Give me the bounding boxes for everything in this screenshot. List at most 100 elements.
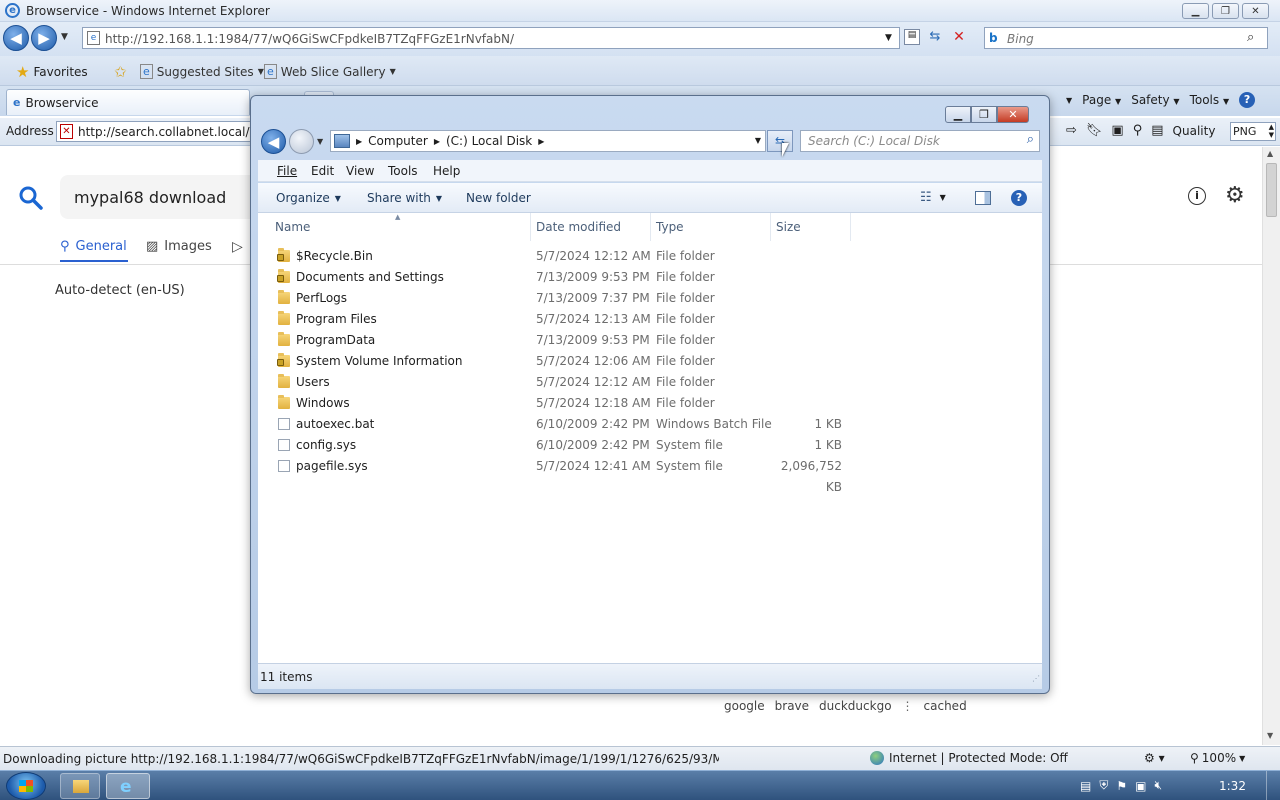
file-row[interactable]: PerfLogs 7/13/2009 7:37 PM File folder	[258, 288, 858, 309]
breadcrumb-computer[interactable]: Computer	[368, 134, 428, 148]
column-header-date[interactable]: Date modified	[532, 213, 651, 241]
menu-file[interactable]: File	[277, 164, 311, 178]
document-tray-icon[interactable]: ▤	[1080, 779, 1091, 793]
explorer-history-dropdown-icon[interactable]: ▼	[317, 137, 323, 146]
security-zone[interactable]: Internet | Protected Mode: Off	[870, 751, 1068, 765]
zoom-control[interactable]: ⚲ 100% ▼	[1190, 751, 1245, 765]
home-dropdown-icon[interactable]: ▼	[1066, 96, 1072, 105]
security-shield-icon[interactable]: ⛨	[1099, 778, 1108, 793]
explorer-maximize-button[interactable]: ❐	[971, 106, 997, 123]
page-menu[interactable]: Page ▼	[1082, 93, 1121, 107]
resize-grip-icon[interactable]: ⋰	[1032, 674, 1040, 683]
file-row[interactable]: config.sys 6/10/2009 2:42 PM System file 1 …	[258, 435, 858, 456]
find-icon[interactable]: ⚲	[1133, 123, 1143, 138]
file-row[interactable]: Windows 5/7/2024 12:18 AM File folder	[258, 393, 858, 414]
settings-gear-icon[interactable]: ⚙	[1225, 183, 1245, 208]
column-header-size[interactable]: Size	[772, 213, 851, 241]
tools-menu[interactable]: Tools ▼	[1190, 93, 1230, 107]
safety-menu[interactable]: Safety ▼	[1131, 93, 1179, 107]
search-query-text[interactable]: mypal68 download	[74, 188, 226, 207]
search-icon[interactable]: ⌕	[1027, 132, 1034, 147]
suggested-sites-button[interactable]: e Suggested Sites ▼	[140, 64, 264, 79]
favorites-button[interactable]: ★ Favorites	[16, 63, 88, 81]
spinner-icon[interactable]: ▲ ▼	[1269, 123, 1274, 139]
ie-minimize-button[interactable]: ▁	[1182, 3, 1209, 19]
search-icon[interactable]	[18, 185, 44, 211]
explorer-forward-button[interactable]	[289, 129, 314, 154]
file-row[interactable]: autoexec.bat 6/10/2009 2:42 PM Windows Bat…	[258, 414, 858, 435]
explorer-close-button[interactable]: ✕	[997, 106, 1029, 123]
stop-icon[interactable]: ✕	[950, 29, 968, 45]
explorer-search-box[interactable]: Search (C:) Local Disk ⌕	[800, 130, 1040, 152]
file-row[interactable]: System Volume Information 5/7/2024 12:06 …	[258, 351, 858, 372]
breadcrumb-dropdown-icon[interactable]: ▼	[755, 136, 761, 145]
tab-images[interactable]: ▨ Images	[146, 239, 212, 254]
go-arrow-icon[interactable]: ⇨	[1066, 123, 1077, 138]
save-icon[interactable]: ▣	[1111, 123, 1123, 138]
address-input-text[interactable]: http://search.collabnet.local/se	[78, 125, 251, 139]
network-icon[interactable]: ▣	[1135, 779, 1146, 793]
menu-view[interactable]: View	[346, 164, 388, 178]
menu-help[interactable]: Help	[433, 164, 460, 178]
search-query-input[interactable]: mypal68 download	[60, 175, 260, 219]
explorer-back-button[interactable]: ◀	[261, 129, 286, 154]
tab-videos-icon[interactable]: ▷	[232, 239, 243, 255]
share-with-button[interactable]: Share with ▼	[367, 191, 442, 205]
page-scrollbar[interactable]: ▲ ▼	[1262, 147, 1280, 745]
add-favorites-icon[interactable]: ✩	[114, 63, 127, 81]
engine-link-brave[interactable]: brave	[775, 699, 809, 713]
menu-tools[interactable]: Tools	[388, 164, 433, 178]
column-header-type[interactable]: Type	[652, 213, 771, 241]
file-row[interactable]: $Recycle.Bin 5/7/2024 12:12 AM File folder	[258, 246, 858, 267]
region-selector[interactable]: Auto-detect (en-US)	[55, 283, 185, 298]
file-row[interactable]: Program Files 5/7/2024 12:13 AM File folde…	[258, 309, 858, 330]
address-dropdown-icon[interactable]: ▼	[885, 33, 892, 43]
menu-edit[interactable]: Edit	[311, 164, 346, 178]
file-row[interactable]: Users 5/7/2024 12:12 AM File folder	[258, 372, 858, 393]
help-icon[interactable]: ?	[1011, 190, 1027, 206]
ie-address-bar[interactable]: e http://192.168.1.1:1984/77/wQ6GiSwCFpd…	[82, 27, 900, 49]
engine-link-cached[interactable]: cached	[924, 699, 967, 713]
column-header-name[interactable]: Name	[271, 213, 531, 241]
preview-pane-icon[interactable]	[975, 191, 991, 205]
ie-maximize-button[interactable]: ❐	[1212, 3, 1239, 19]
scroll-down-icon[interactable]: ▼	[1267, 731, 1273, 740]
engine-link-duckduckgo[interactable]: duckduckgo	[819, 699, 892, 713]
file-row[interactable]: Documents and Settings 7/13/2009 9:53 PM F…	[258, 267, 858, 288]
clipboard-icon[interactable]: ▤	[1151, 123, 1163, 138]
help-icon[interactable]: ?	[1239, 92, 1256, 108]
quality-select[interactable]: PNG ▲ ▼	[1230, 122, 1276, 141]
explorer-refresh-button[interactable]: ⇆	[767, 130, 793, 152]
explorer-minimize-button[interactable]: ▁	[945, 106, 971, 123]
browser-tab[interactable]: e Browservice	[6, 89, 250, 115]
ie-url-text[interactable]: http://192.168.1.1:1984/77/wQ6GiSwCFpdke…	[105, 32, 514, 46]
taskbar-explorer-button[interactable]	[60, 773, 100, 799]
file-row[interactable]: pagefile.sys 5/7/2024 12:41 AM System file…	[258, 456, 858, 494]
taskbar-ie-button[interactable]: e	[106, 773, 150, 799]
start-button[interactable]	[6, 772, 46, 800]
info-icon[interactable]: i	[1188, 187, 1206, 205]
compatibility-view-icon[interactable]: ▤	[904, 29, 920, 45]
search-icon[interactable]: ⌕	[1247, 30, 1254, 45]
show-desktop-button[interactable]	[1266, 771, 1280, 800]
forward-button[interactable]: ▶	[31, 25, 57, 51]
view-options-button[interactable]: ☷ ▼	[920, 190, 946, 205]
refresh-icon[interactable]: ⇆	[926, 29, 944, 45]
scroll-thumb[interactable]	[1266, 163, 1277, 217]
bing-search-box[interactable]: b Bing ⌕	[984, 27, 1268, 49]
organize-button[interactable]: Organize ▼	[276, 191, 341, 205]
ie-close-button[interactable]: ✕	[1242, 3, 1269, 19]
protected-settings-icon[interactable]: ⚙ ▾	[1144, 751, 1165, 765]
tab-general[interactable]: ⚲ General	[60, 239, 128, 262]
scroll-up-icon[interactable]: ▲	[1267, 149, 1273, 158]
new-folder-button[interactable]: New folder	[466, 191, 531, 205]
back-button[interactable]: ◀	[3, 25, 29, 51]
engine-link-google[interactable]: google	[724, 699, 765, 713]
taskbar-clock[interactable]: 1:32	[1219, 779, 1246, 793]
file-row[interactable]: ProgramData 7/13/2009 9:53 PM File folder	[258, 330, 858, 351]
volume-muted-icon[interactable]: 🔇︎	[1154, 778, 1162, 793]
action-center-flag-icon[interactable]: ⚑	[1116, 779, 1127, 793]
recent-pages-dropdown-icon[interactable]: ▼	[61, 32, 68, 42]
web-slice-gallery-button[interactable]: e Web Slice Gallery ▼	[264, 64, 396, 79]
bookmark-icon[interactable]: 🔖︎	[1086, 123, 1103, 138]
